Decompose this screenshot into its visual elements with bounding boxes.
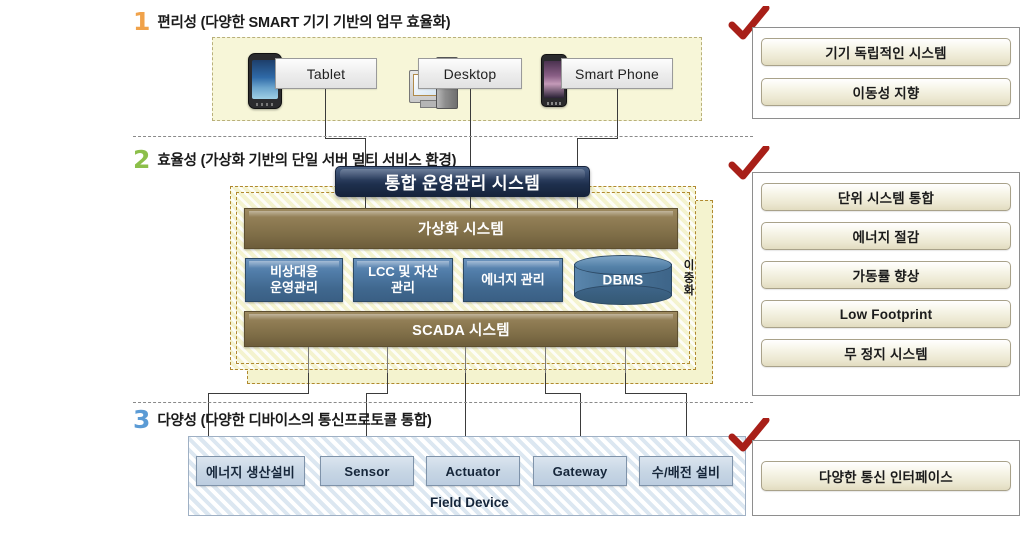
field-device-sensor[interactable]: Sensor bbox=[320, 456, 414, 486]
section-divider-2 bbox=[133, 402, 753, 403]
benefit-label-2-2: 가동률 향상 bbox=[852, 269, 920, 284]
benefit-label-2-1: 에너지 절감 bbox=[852, 230, 920, 245]
module-energy-label: 에너지 관리 bbox=[481, 271, 545, 287]
field-connector-2-h bbox=[366, 393, 388, 394]
field-device-power-distribution[interactable]: 수/배전 설비 bbox=[639, 456, 733, 486]
module-emergency-response[interactable]: 비상대응 운영관리 bbox=[245, 258, 343, 302]
benefit-item-1-1[interactable]: 이동성 지향 bbox=[761, 78, 1011, 106]
section-number-2: 2 bbox=[133, 145, 151, 174]
module-energy-management[interactable]: 에너지 관리 bbox=[463, 258, 563, 302]
scada-drop-3 bbox=[465, 347, 466, 373]
benefit-label-2-0: 단위 시스템 통합 bbox=[837, 191, 935, 206]
benefit-item-1-0[interactable]: 기기 독립적인 시스템 bbox=[761, 38, 1011, 66]
module-lcc-line2: 관리 bbox=[391, 280, 415, 295]
connector-desktop bbox=[470, 89, 471, 139]
section-divider-1 bbox=[133, 136, 753, 137]
device-label-tablet: Tablet bbox=[306, 65, 346, 82]
scada-drop-1 bbox=[308, 347, 309, 373]
redundancy-label: 이중화 bbox=[682, 259, 694, 297]
module-lcc-asset[interactable]: LCC 및 자산 관리 bbox=[353, 258, 453, 302]
field-connector-5-h bbox=[625, 393, 687, 394]
field-device-label-0: 에너지 생산설비 bbox=[206, 464, 295, 480]
section-heading-3: 3 다양성 (다양한 디바이스의 통신프로토콜 통합) bbox=[133, 407, 432, 432]
scada-drop-2 bbox=[387, 347, 388, 373]
redundancy-strip: 이중화 bbox=[678, 240, 698, 316]
field-device-label-2: Actuator bbox=[445, 463, 501, 479]
device-box-desktop[interactable]: Desktop bbox=[418, 58, 522, 89]
section-title-3: 다양성 (다양한 디바이스의 통신프로토콜 통합) bbox=[157, 413, 432, 429]
connector-phone bbox=[617, 89, 618, 139]
benefit-item-2-4[interactable]: 무 정지 시스템 bbox=[761, 339, 1011, 367]
benefit-label-2-3: Low Footprint bbox=[839, 306, 933, 322]
benefit-label-1-1: 이동성 지향 bbox=[852, 86, 920, 101]
device-label-desktop: Desktop bbox=[443, 65, 497, 82]
device-box-smartphone[interactable]: Smart Phone bbox=[561, 58, 673, 89]
section-number-1: 1 bbox=[133, 7, 151, 36]
field-connector-4-h bbox=[545, 393, 581, 394]
scada-system-label: SCADA 시스템 bbox=[412, 322, 510, 339]
module-emergency-line2: 운영관리 bbox=[270, 280, 318, 295]
dbms-label: DBMS bbox=[602, 272, 644, 288]
field-connector-5-v bbox=[625, 373, 626, 394]
section-heading-1: 1 편리성 (다양한 SMART 기기 기반의 업무 효율화) bbox=[133, 7, 451, 36]
device-label-smartphone: Smart Phone bbox=[575, 65, 659, 82]
connector-phone-h bbox=[577, 138, 618, 139]
connector-tablet-h bbox=[325, 138, 365, 139]
scada-drop-5 bbox=[625, 347, 626, 373]
benefit-label-2-4: 무 정지 시스템 bbox=[844, 347, 928, 362]
benefit-item-2-1[interactable]: 에너지 절감 bbox=[761, 222, 1011, 250]
benefit-item-3-0[interactable]: 다양한 통신 인터페이스 bbox=[761, 461, 1011, 491]
benefit-item-2-2[interactable]: 가동률 향상 bbox=[761, 261, 1011, 289]
scada-system-bar[interactable]: SCADA 시스템 bbox=[244, 311, 678, 347]
connector-tablet bbox=[325, 89, 326, 139]
dbms-cylinder[interactable]: DBMS bbox=[574, 255, 672, 305]
field-device-label-1: Sensor bbox=[344, 463, 390, 479]
field-connector-1-h bbox=[208, 393, 308, 394]
virtualization-system-label: 가상화 시스템 bbox=[417, 222, 505, 238]
field-device-energy-production[interactable]: 에너지 생산설비 bbox=[196, 456, 305, 486]
field-device-label-4: 수/배전 설비 bbox=[651, 464, 721, 480]
scada-drop-4 bbox=[545, 347, 546, 373]
field-device-label-3: Gateway bbox=[552, 463, 608, 479]
benefit-item-2-0[interactable]: 단위 시스템 통합 bbox=[761, 183, 1011, 211]
module-emergency-line1: 비상대응 bbox=[270, 263, 318, 279]
integrated-operations-title-bar[interactable]: 통합 운영관리 시스템 bbox=[335, 166, 590, 197]
device-box-tablet[interactable]: Tablet bbox=[275, 58, 377, 89]
section-number-3: 3 bbox=[133, 405, 151, 434]
virtualization-system-bar[interactable]: 가상화 시스템 bbox=[244, 208, 678, 249]
field-device-caption: Field Device bbox=[430, 495, 509, 510]
benefit-item-2-3[interactable]: Low Footprint bbox=[761, 300, 1011, 328]
benefit-label-1-0: 기기 독립적인 시스템 bbox=[825, 46, 947, 61]
field-connector-2-v bbox=[387, 373, 388, 394]
field-device-actuator[interactable]: Actuator bbox=[426, 456, 520, 486]
field-connector-1-v bbox=[308, 373, 309, 394]
field-connector-4-v bbox=[545, 373, 546, 394]
integrated-operations-label: 통합 운영관리 시스템 bbox=[384, 174, 541, 193]
benefit-label-3-0: 다양한 통신 인터페이스 bbox=[818, 470, 954, 485]
diagram-canvas: 1 편리성 (다양한 SMART 기기 기반의 업무 효율화) Tablet D… bbox=[0, 0, 1033, 533]
section-title-1: 편리성 (다양한 SMART 기기 기반의 업무 효율화) bbox=[157, 15, 451, 31]
module-lcc-line1: LCC 및 자산 bbox=[368, 263, 438, 279]
field-device-gateway[interactable]: Gateway bbox=[533, 456, 627, 486]
